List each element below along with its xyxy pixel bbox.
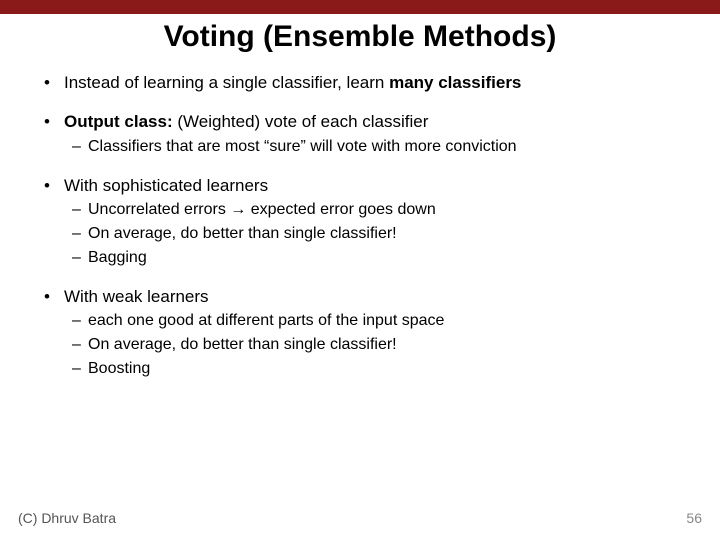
- bullet-2: Output class: (Weighted) vote of each cl…: [36, 111, 684, 132]
- bullet-4-sub-1: each one good at different parts of the …: [36, 311, 684, 331]
- arrow-icon: →: [230, 201, 246, 218]
- slide-body: Instead of learning a single classifier,…: [0, 72, 720, 379]
- bullet-3-sub-2: On average, do better than single classi…: [36, 224, 684, 244]
- bullet-3-sub-1a: Uncorrelated errors: [88, 201, 230, 218]
- bullet-2-subs: Classifiers that are most “sure” will vo…: [36, 137, 684, 157]
- bullet-4: With weak learners: [36, 286, 684, 307]
- bullet-3-sub-1: Uncorrelated errors → expected error goe…: [36, 200, 684, 220]
- bullet-3: With sophisticated learners: [36, 175, 684, 196]
- bullet-3-sub-3: Bagging: [36, 248, 684, 268]
- bullet-4-subs: each one good at different parts of the …: [36, 311, 684, 379]
- slide-number: 56: [686, 510, 702, 526]
- bullet-1-text-a: Instead of learning a single classifier,…: [64, 73, 389, 92]
- top-accent-bar: [0, 0, 720, 14]
- bullet-2-sub-1: Classifiers that are most “sure” will vo…: [36, 137, 684, 157]
- bullet-3-sub-1b: expected error goes down: [246, 201, 435, 218]
- bullet-2-rest: (Weighted) vote of each classifier: [177, 112, 428, 131]
- bullet-1: Instead of learning a single classifier,…: [36, 72, 684, 93]
- bullet-3-subs: Uncorrelated errors → expected error goe…: [36, 200, 684, 268]
- slide-title: Voting (Ensemble Methods): [0, 20, 720, 54]
- bullet-1-text-bold: many classifiers: [389, 73, 521, 92]
- bullet-2-bold: Output class:: [64, 112, 177, 131]
- bullet-4-sub-2: On average, do better than single classi…: [36, 335, 684, 355]
- bullet-4-sub-3: Boosting: [36, 359, 684, 379]
- footer-copyright: (C) Dhruv Batra: [18, 510, 116, 526]
